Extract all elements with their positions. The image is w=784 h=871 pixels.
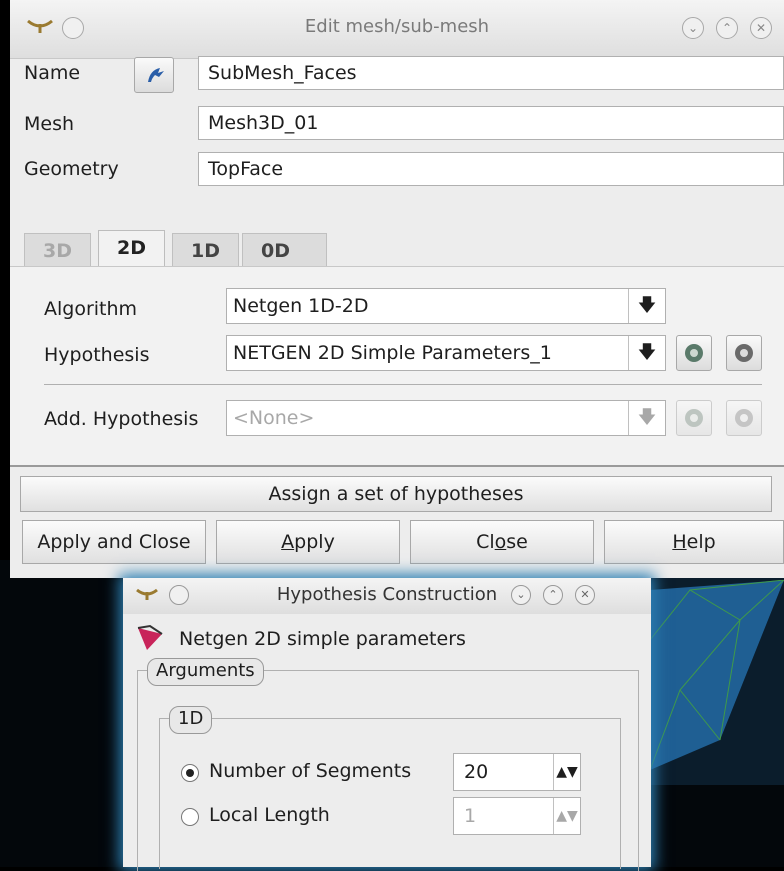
assign-hypotheses-button[interactable]: Assign a set of hypotheses (20, 476, 772, 512)
geometry-field[interactable]: TopFace (198, 152, 784, 186)
separator (44, 384, 762, 385)
tab-0d[interactable]: 0D (242, 233, 327, 268)
mesh-field[interactable]: Mesh3D_01 (198, 106, 784, 140)
mesh-label: Mesh (24, 113, 75, 135)
arrow-down-icon: 🡇 (628, 401, 665, 435)
close-window-button[interactable]: ✕ (750, 17, 772, 39)
group-1d-label: 1D (169, 706, 213, 734)
tab-1d[interactable]: 1D (172, 233, 239, 268)
maximize-button[interactable]: ⌃ (543, 585, 563, 605)
create-hypothesis-button[interactable] (726, 335, 762, 371)
netgen-hypothesis-icon (137, 624, 163, 650)
algorithm-label: Algorithm (44, 298, 138, 320)
hypothesis-combo[interactable]: NETGEN 2D Simple Parameters_1 🡇 (226, 335, 666, 371)
add-hypothesis-value: <None> (233, 407, 315, 429)
local-length-label: Local Length (209, 804, 330, 826)
window-title: Edit mesh/sub-mesh (304, 16, 490, 37)
tab-3d[interactable]: 3D (24, 233, 91, 268)
number-of-segments-value: 20 (464, 761, 489, 783)
edit-add-hypothesis-button[interactable] (676, 400, 712, 436)
apply-button[interactable]: Apply (216, 520, 400, 564)
spin-arrows-icon[interactable]: ▲▼ (553, 754, 580, 790)
local-length-spinbox[interactable]: 1 ▲▼ (453, 797, 581, 835)
number-of-segments-radio[interactable] (181, 764, 199, 782)
hypothesis-edit-icon (685, 409, 703, 427)
name-select-button[interactable] (134, 57, 174, 93)
close-window-button[interactable]: ✕ (575, 585, 595, 605)
hypothesis-title-bar: Hypothesis Construction ⌄ ⌃ ✕ (123, 578, 651, 614)
close-button[interactable]: Close (410, 520, 594, 564)
hypothesis-heading: Netgen 2D simple parameters (179, 628, 466, 650)
hypothesis-construction-dialog: Hypothesis Construction ⌄ ⌃ ✕ Netgen 2D … (123, 578, 651, 871)
hypothesis-create-icon (735, 409, 753, 427)
title-bar: Edit mesh/sub-mesh ⌄ ⌃ ✕ (10, 0, 784, 59)
group-1d-frame (159, 718, 621, 869)
number-of-segments-spinbox[interactable]: 20 ▲▼ (453, 753, 581, 791)
name-field[interactable]: SubMesh_Faces (198, 56, 784, 90)
add-hypothesis-label: Add. Hypothesis (44, 408, 199, 430)
hypothesis-edit-icon (685, 344, 703, 362)
edit-mesh-dialog: Edit mesh/sub-mesh ⌄ ⌃ ✕ Name SubMesh_Fa… (10, 0, 784, 578)
create-add-hypothesis-button[interactable] (726, 400, 762, 436)
arrow-down-icon: 🡇 (628, 336, 665, 370)
hypothesis-value: NETGEN 2D Simple Parameters_1 (233, 342, 552, 364)
number-of-segments-label: Number of Segments (209, 760, 412, 782)
minimize-button[interactable]: ⌄ (511, 585, 531, 605)
algorithm-value: Netgen 1D-2D (233, 295, 369, 317)
local-length-radio[interactable] (181, 808, 199, 826)
maximize-button[interactable]: ⌃ (716, 17, 738, 39)
tab-2d[interactable]: 2D (98, 230, 165, 268)
hypothesis-label: Hypothesis (44, 344, 150, 366)
add-hypothesis-combo[interactable]: <None> 🡇 (226, 400, 666, 436)
algorithm-combo[interactable]: Netgen 1D-2D 🡇 (226, 288, 666, 324)
edit-hypothesis-button[interactable] (676, 335, 712, 371)
arrow-select-icon (148, 68, 164, 82)
arguments-label: Arguments (147, 658, 264, 686)
hypothesis-create-icon (735, 344, 753, 362)
name-label: Name (24, 62, 81, 84)
geometry-label: Geometry (24, 158, 119, 180)
spin-arrows-icon[interactable]: ▲▼ (553, 798, 580, 834)
arrow-down-icon: 🡇 (628, 289, 665, 323)
minimize-button[interactable]: ⌄ (682, 17, 704, 39)
hypothesis-window-title: Hypothesis Construction (276, 584, 498, 605)
help-button[interactable]: Help (604, 520, 784, 564)
local-length-value: 1 (464, 805, 477, 827)
mesh-preview (650, 580, 784, 771)
apply-and-close-button[interactable]: Apply and Close (22, 520, 206, 564)
